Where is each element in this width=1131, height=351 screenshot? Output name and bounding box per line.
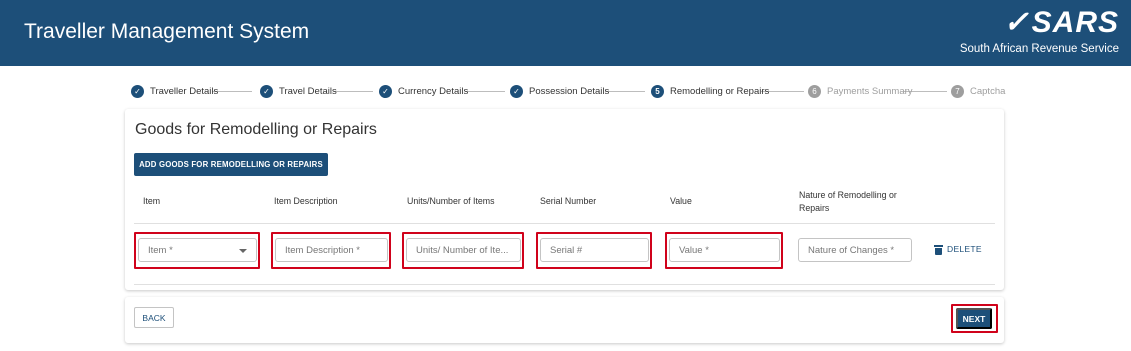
chevron-mark-icon: ✓ [1003,6,1030,39]
logo-subtitle: South African Revenue Service [959,43,1119,55]
step-number-badge: 7 [951,84,964,98]
step-label: Payments Summary [827,85,913,97]
add-goods-button[interactable]: ADD GOODS FOR REMODELLING OR REPAIRS [134,153,328,176]
highlight-description [271,232,391,269]
step-payments-summary[interactable]: 6 Payments Summary [808,80,913,102]
navigation-card: BACK NEXT [125,297,1004,343]
nature-of-changes-field[interactable]: Nature of Changes * [798,238,912,262]
step-connector [333,91,373,92]
column-header-value: Value [670,196,692,206]
section-title: Goods for Remodelling or Repairs [135,121,377,138]
app-title: Traveller Management System [24,20,310,43]
step-number-badge: 5 [651,84,664,98]
progress-stepper: ✓ Traveller Details ✓ Travel Details ✓ C… [131,80,1005,102]
app-header: Traveller Management System ✓SARS South … [0,0,1131,66]
trash-icon [934,244,943,255]
back-button[interactable]: BACK [134,307,174,328]
step-label: Possession Details [529,85,610,97]
check-icon: ✓ [131,84,144,98]
row-divider [134,284,995,285]
step-label: Currency Details [398,85,469,97]
check-icon: ✓ [379,84,392,98]
step-number-badge: 6 [808,84,821,98]
step-travel-details[interactable]: ✓ Travel Details [260,80,337,102]
step-label: Captcha [970,85,1006,97]
step-traveller-details[interactable]: ✓ Traveller Details [131,80,218,102]
delete-label: DELETE [947,244,982,254]
check-icon: ✓ [260,84,273,98]
column-header-units: Units/Number of Items [407,196,495,206]
step-label: Remodelling or Repairs [670,85,770,97]
column-header-description: Item Description [274,196,338,206]
column-header-item: Item [143,196,161,206]
highlight-units [402,232,524,269]
column-header-nature: Nature of Remodelling or Repairs [799,190,897,213]
highlight-value [665,232,783,269]
step-connector [605,91,645,92]
highlight-next [951,304,998,333]
header-divider [134,223,995,224]
step-connector [465,91,505,92]
check-icon: ✓ [510,84,523,98]
highlight-serial [536,232,652,269]
sars-logo-mark: ✓SARS [1003,6,1119,39]
column-header-serial: Serial Number [540,196,597,206]
step-currency-details[interactable]: ✓ Currency Details [379,80,468,102]
step-remodelling-or-repairs[interactable]: 5 Remodelling or Repairs [651,80,769,102]
step-label: Travel Details [279,85,337,97]
delete-row-button[interactable]: DELETE [934,244,982,255]
step-label: Traveller Details [150,85,219,97]
step-possession-details[interactable]: ✓ Possession Details [510,80,609,102]
sars-logo: ✓SARS South African Revenue Service [919,5,1119,61]
nature-placeholder: Nature of Changes * [808,244,895,256]
highlight-item [134,232,260,269]
step-captcha[interactable]: 7 Captcha [951,80,1005,102]
